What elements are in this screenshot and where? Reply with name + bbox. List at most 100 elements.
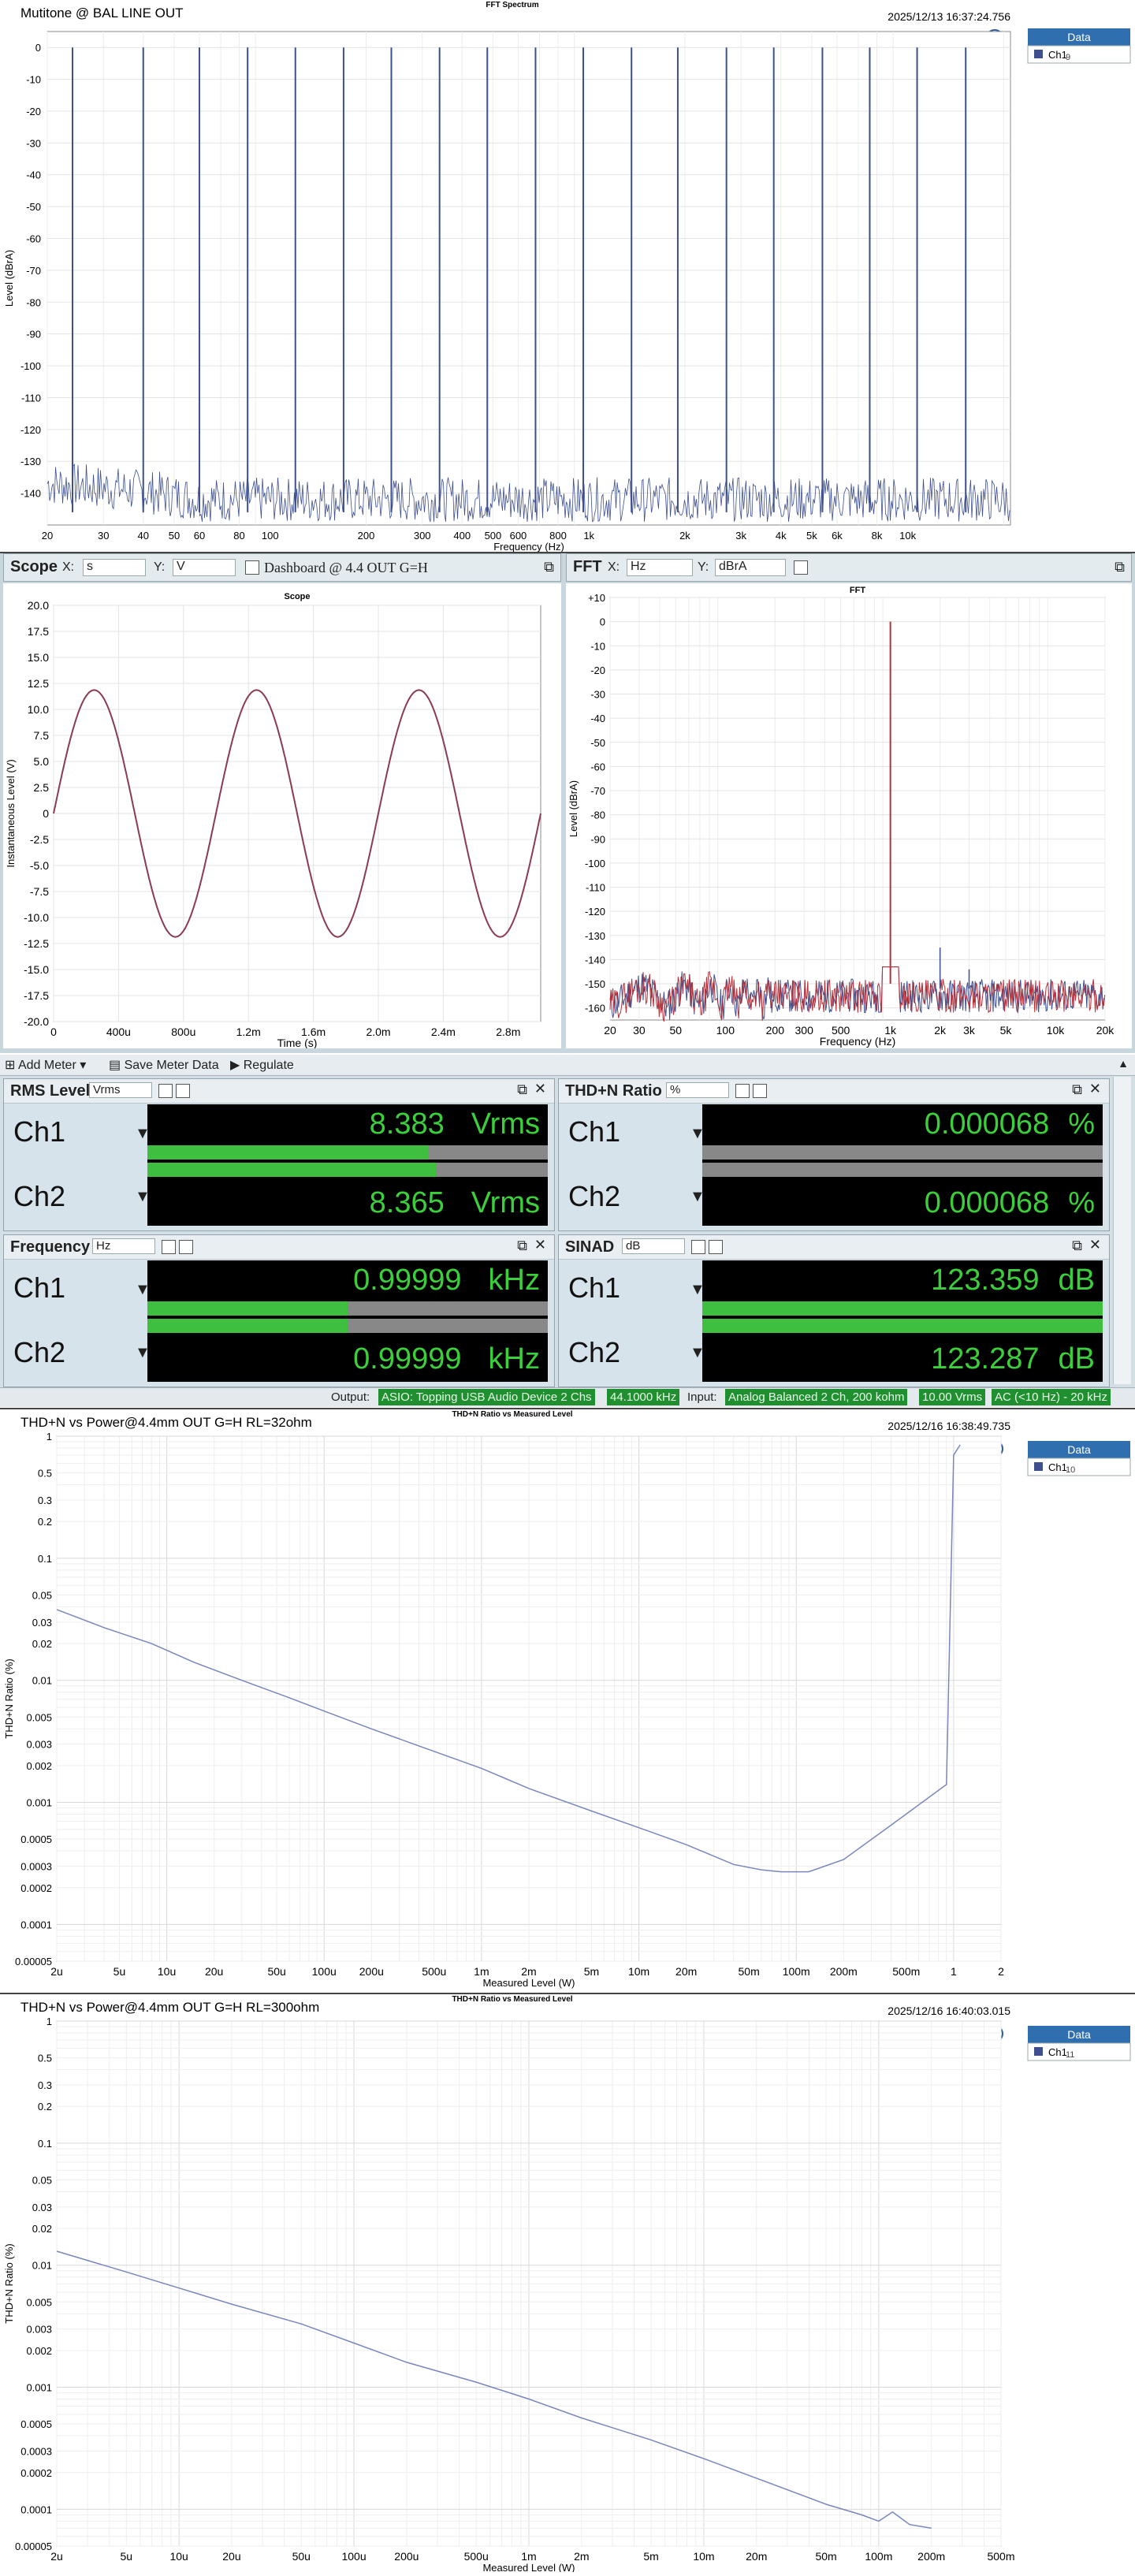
y-tick-label: -110 [21,392,41,404]
y-tick-label: 1 [47,1431,52,1442]
x-tick-label: 200u [359,1965,384,1978]
fft-x-unit-select[interactable]: Hz [627,559,693,576]
ch1-unit: kHz [488,1264,540,1297]
x-tick-label: 30 [633,1024,646,1037]
x-tick-label: 2u [50,1965,63,1978]
x-tick-label: 100u [341,2550,366,2563]
meter-close-icon[interactable]: ✕ [1089,1237,1101,1253]
meter-settings-icon[interactable] [162,1240,176,1254]
y-tick-label: 0.2 [38,2101,52,2113]
legend-item-suffix: 9 [1066,53,1070,62]
meters-toolbar: ⊞ Add Meter ▾ ▤ Save Meter Data ▶ Regula… [0,1055,1135,1076]
x-tick-label: 10u [169,2550,188,2563]
x-tick-label: 80 [233,530,244,542]
graph-title: THD+N Ratio vs Measured Level [452,1410,572,1419]
ch1-unit: % [1068,1107,1095,1141]
rms-level-meter: RMS Level Vrms ⧉ ✕ Ch1 ▼ Ch2 ▼ 8.383 Vrms [3,1078,555,1231]
x-tick-label: 800u [171,1026,195,1038]
y-tick-label: -130 [585,930,605,942]
x-tick-label: 1m [474,1965,489,1978]
ch1-bar-fill [147,1301,348,1316]
meters-scrollbar[interactable] [1113,1077,1131,1384]
output-device-badge[interactable]: ASIO: Topping USB Audio Device 2 Chs [378,1389,595,1405]
input-device-badge[interactable]: Analog Balanced 2 Ch, 200 kohm [725,1389,908,1405]
save-meter-data-button[interactable]: ▤ Save Meter Data [109,1057,219,1073]
meter-expand-icon[interactable]: ⧉ [1072,1081,1082,1098]
y-tick-label: -30 [26,137,41,149]
meter-settings-icon[interactable] [735,1084,750,1098]
x-axis-label: Frequency (Hz) [493,541,564,552]
meter-unit-select[interactable]: dB [622,1238,685,1254]
x-axis-label: Frequency (Hz) [820,1035,895,1048]
meter-close-icon[interactable]: ✕ [534,1237,546,1253]
scope-title: Scope [10,558,58,575]
meter-info-icon[interactable] [179,1240,193,1254]
x-tick-label: 20u [205,1965,223,1978]
input-range-badge[interactable]: 10.00 Vrms [919,1389,986,1405]
meter-info-icon[interactable] [176,1084,190,1098]
ch1-label: Ch1 [13,1115,66,1148]
output-rate-badge[interactable]: 44.1000 kHz [607,1389,680,1405]
meter-header: SINAD dB ⧉ ✕ [559,1235,1109,1260]
meter-settings-icon[interactable] [691,1240,705,1254]
fft-settings-icon[interactable] [794,560,808,575]
y-tick-label: -120 [20,424,41,436]
thdn-32ohm-panel: THD+N vs Power@4.4mm OUT G=H RL=32ohm THD… [0,1408,1135,1994]
regulate-button[interactable]: ▶ Regulate [230,1057,294,1073]
input-filter-badge[interactable]: AC (<10 Hz) - 20 kHz [992,1389,1111,1405]
meter-info-icon[interactable] [709,1240,723,1254]
legend-item-suffix: 10 [1066,1465,1075,1475]
x-tick-label: 0 [50,1026,57,1038]
scope-dashboard-label: Dashboard @ 4.4 OUT G=H [264,560,428,575]
graph-header-title: THD+N vs Power@4.4mm OUT G=H RL=300ohm [20,2000,319,2015]
x-tick-label: 2k [934,1024,947,1037]
x-tick-label: 20k [1096,1024,1115,1037]
scope-y-unit-select[interactable]: V [173,559,236,576]
graph-timestamp: 2025/12/16 16:38:49.735 [888,1420,1010,1432]
add-meter-button[interactable]: ⊞ Add Meter ▾ [5,1057,86,1073]
y-tick-label: -110 [586,882,605,894]
x-tick-label: 20 [42,530,53,542]
x-tick-label: 20m [746,2550,767,2563]
scroll-up-icon[interactable]: ▲ [1118,1057,1129,1070]
meter-close-icon[interactable]: ✕ [1089,1081,1101,1097]
meter-unit-select[interactable]: Vrms [89,1082,152,1098]
meter-unit-select[interactable]: % [666,1082,729,1098]
ch1-reading: 0.99999 [353,1264,462,1297]
y-tick-label: 17.5 [28,625,49,638]
thdn-300ohm-chart: THD+N vs Power@4.4mm OUT G=H RL=300ohm TH… [3,1995,1131,2574]
y-tick-label: -70 [26,265,41,277]
meter-expand-icon[interactable]: ⧉ [517,1081,527,1098]
ch2-reading: 0.99999 [353,1342,462,1375]
x-tick-label: 2m [574,2550,589,2563]
legend-title: Data [1067,31,1091,43]
x-tick-label: 10u [158,1965,176,1978]
x-tick-label: 500m [892,1965,920,1978]
meter-unit-select[interactable]: Hz [92,1238,155,1254]
y-tick-label: -60 [590,761,605,772]
legend-item-label: Ch1 [1048,1461,1067,1473]
fft-y-unit-select[interactable]: dBrA [715,559,786,576]
y-tick-label: -50 [590,737,605,749]
scope-x-unit-select[interactable]: s [83,559,146,576]
x-tick-label: 10m [693,2550,714,2563]
y-tick-label: 0.01 [32,1675,52,1687]
x-tick-label: 3k [963,1024,976,1037]
y-tick-label: 0.0002 [20,1882,52,1894]
fft-small-chart: FFT +10 0 -10 -20 -30 -40 -50 -60 -70 -80 -90 -100 -1… [566,583,1132,1048]
scope-expand-icon[interactable]: ⧉ [544,559,554,575]
meter-expand-icon[interactable]: ⧉ [517,1238,527,1254]
x-tick-label: 500u [422,1965,446,1978]
fft-expand-icon[interactable]: ⧉ [1115,559,1125,575]
meter-settings-icon[interactable] [158,1084,173,1098]
meter-close-icon[interactable]: ✕ [534,1081,546,1097]
y-tick-label: 0.00005 [15,2541,52,2552]
meter-info-icon[interactable] [753,1084,767,1098]
meter-expand-icon[interactable]: ⧉ [1072,1238,1082,1254]
graph-title: FFT Spectrum [486,1,538,9]
meter-header: THD+N Ratio % ⧉ ✕ [559,1079,1109,1104]
meter-title: THD+N Ratio [565,1082,662,1100]
x-tick-label: 10k [1047,1024,1066,1037]
y-tick-label: 0.03 [32,1617,52,1629]
scope-settings-icon[interactable] [245,560,259,575]
